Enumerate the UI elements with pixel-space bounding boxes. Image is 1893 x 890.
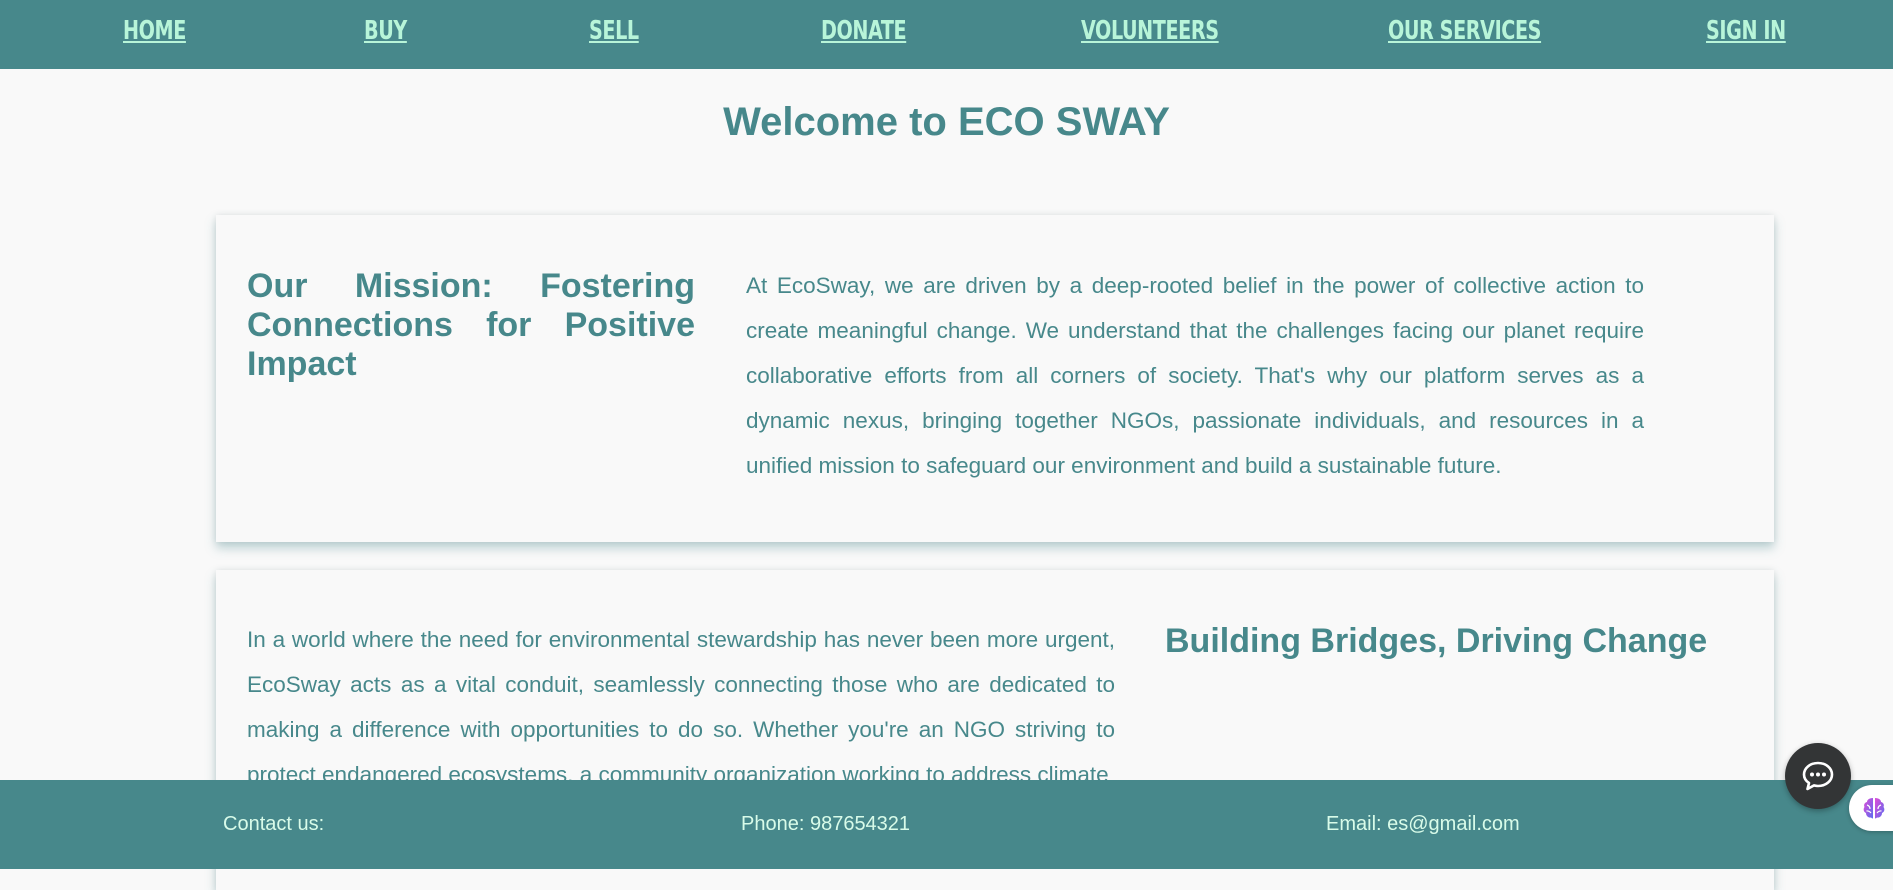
nav-buy-link[interactable]: BUY: [364, 16, 407, 46]
nav-sell-link[interactable]: SELL: [589, 16, 639, 46]
footer-phone: Phone: 987654321: [741, 813, 911, 835]
brain-icon: [1863, 798, 1885, 819]
chat-bubble-icon: [1802, 761, 1834, 791]
nav-donate-link[interactable]: DONATE: [821, 16, 907, 46]
footer: Contact us: Phone: 987654321 Email: es@g…: [0, 780, 1893, 869]
mission-paragraph: At EcoSway, we are driven by a deep-root…: [746, 273, 1644, 478]
nav-our-services-link[interactable]: OUR SERVICES: [1388, 16, 1541, 46]
nav-volunteers-link[interactable]: VOLUNTEERS: [1081, 16, 1219, 46]
mission-card: Our Mission: Fostering Connections for P…: [216, 215, 1774, 542]
page-title: Welcome to ECO SWAY: [723, 100, 1170, 144]
chat-button[interactable]: [1785, 743, 1851, 809]
mission-heading: Our Mission: Fostering Connections for P…: [247, 267, 695, 383]
top-navigation: HOME BUY SELL DONATE VOLUNTEERS OUR SERV…: [0, 0, 1893, 69]
footer-email[interactable]: Email: es@gmail.com: [1326, 813, 1520, 836]
bridges-paragraph: In a world where the need for environmen…: [247, 627, 1115, 787]
footer-contact-label: Contact us:: [223, 813, 325, 835]
bridges-heading: Building Bridges, Driving Change: [1165, 622, 1708, 660]
extension-tab[interactable]: [1849, 785, 1893, 831]
nav-home-link[interactable]: HOME: [123, 16, 186, 46]
nav-sign-in-link[interactable]: SIGN IN: [1706, 16, 1786, 46]
